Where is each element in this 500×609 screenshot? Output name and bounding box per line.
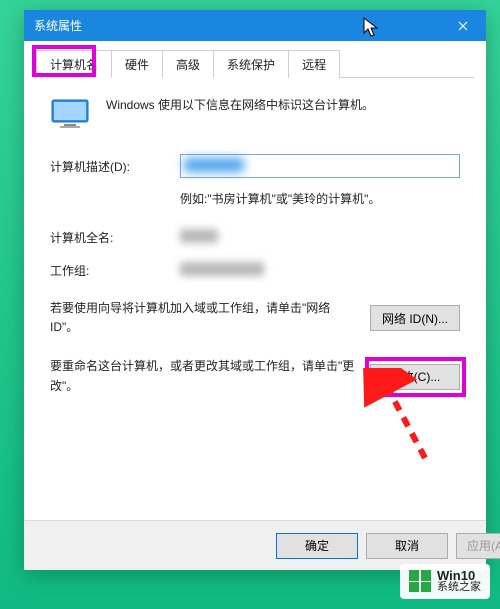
description-input[interactable] [180,154,460,178]
info-text: Windows 使用以下信息在网络中标识这台计算机。 [106,96,374,114]
tab-system-protection[interactable]: 系统保护 [213,50,289,78]
change-button[interactable]: 更改(C)... [370,364,460,390]
fullname-label: 计算机全名: [50,229,180,246]
dialog-footer: 确定 取消 应用(A) [24,520,486,570]
change-row: 要重命名这台计算机，或者更改其域或工作组，请单击"更改"。 更改(C)... [50,357,460,395]
tab-computer-name[interactable]: 计算机名 [36,50,112,78]
dialog-body: 计算机名 硬件 高级 系统保护 远程 Windows 使用以下信息在网络中标识这… [24,41,486,520]
monitor-icon [50,98,90,130]
cancel-button[interactable]: 取消 [366,533,448,559]
system-properties-dialog: 系统属性 计算机名 硬件 高级 系统保护 远程 Windows 使用以下信息在网… [24,10,486,570]
network-id-text: 若要使用向导将计算机加入域或工作组，请单击"网络 ID"。 [50,299,358,337]
change-button-wrapper: 更改(C)... [370,364,460,390]
description-example: 例如:"书房计算机"或"美玲的计算机"。 [180,190,460,207]
apply-button[interactable]: 应用(A) [456,533,500,559]
network-id-row: 若要使用向导将计算机加入域或工作组，请单击"网络 ID"。 网络 ID(N)..… [50,299,460,337]
close-button[interactable] [440,10,486,41]
watermark-logo-icon [409,570,431,592]
info-row: Windows 使用以下信息在网络中标识这台计算机。 [50,96,460,130]
workgroup-label: 工作组: [50,262,180,279]
blurred-value [184,158,244,172]
workgroup-row: 工作组: [50,262,460,279]
watermark-text: Win10 系统之家 [437,569,481,594]
description-row: 计算机描述(D): [50,154,460,178]
fullname-value [180,229,218,243]
ok-button[interactable]: 确定 [276,533,358,559]
change-text: 要重命名这台计算机，或者更改其域或工作组，请单击"更改"。 [50,357,358,395]
fullname-row: 计算机全名: [50,229,460,246]
watermark: Win10 系统之家 [400,564,490,599]
description-label: 计算机描述(D): [50,158,180,175]
network-id-button[interactable]: 网络 ID(N)... [370,305,460,331]
window-title: 系统属性 [34,17,82,34]
tab-remote[interactable]: 远程 [288,50,340,78]
titlebar[interactable]: 系统属性 [24,10,486,41]
tab-hardware[interactable]: 硬件 [111,50,163,78]
close-icon [458,21,468,31]
tab-strip: 计算机名 硬件 高级 系统保护 远程 [36,49,474,78]
tab-advanced[interactable]: 高级 [162,50,214,78]
tab-panel-computer-name: Windows 使用以下信息在网络中标识这台计算机。 计算机描述(D): 例如:… [36,78,474,396]
workgroup-value [180,262,264,276]
